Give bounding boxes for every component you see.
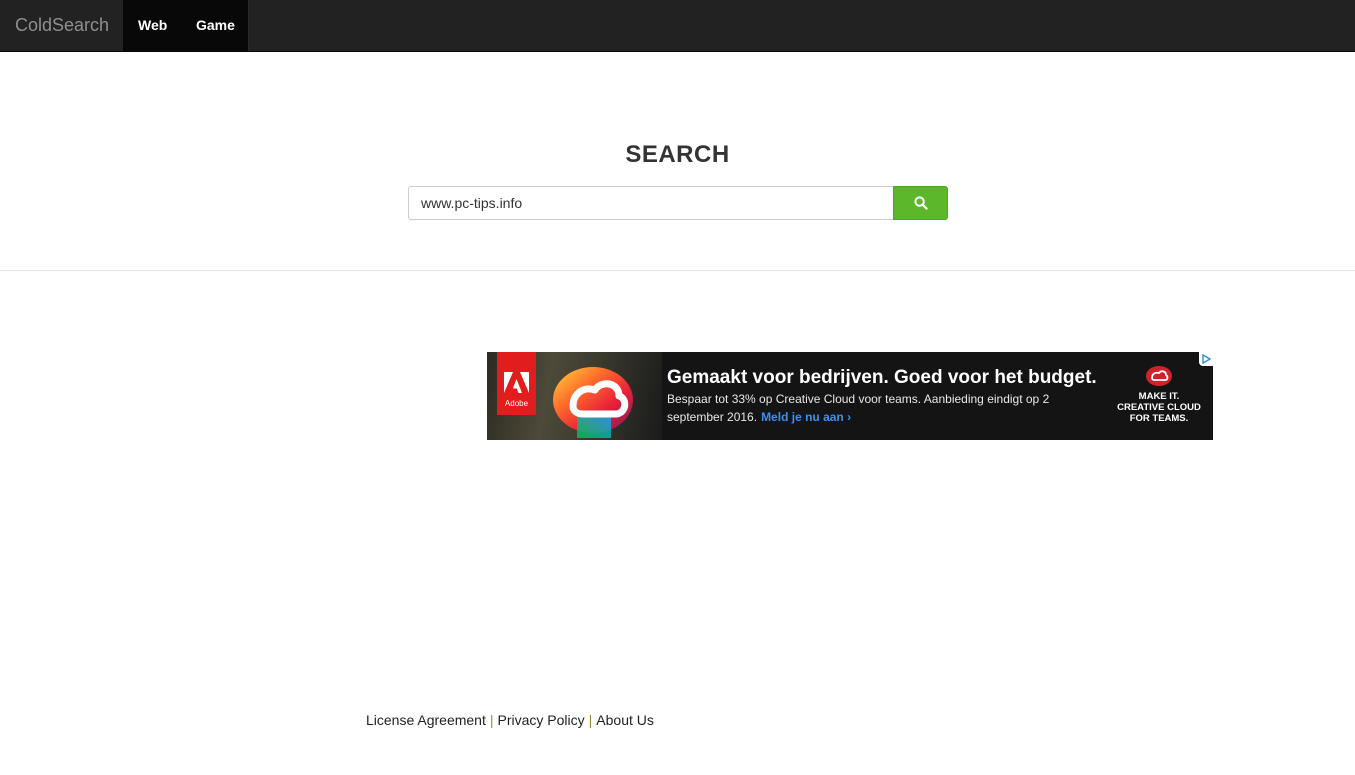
- adchoices-button[interactable]: [1199, 352, 1213, 366]
- adobe-icon: [504, 372, 529, 393]
- ad-tagline: MAKE IT. CREATIVE CLOUD FOR TEAMS.: [1109, 391, 1209, 424]
- nav-links: Web Game: [123, 0, 249, 51]
- ad-tagline-line2: CREATIVE CLOUD: [1117, 402, 1201, 413]
- ad-body: Bespaar tot 33% op Creative Cloud voor t…: [667, 390, 1097, 426]
- ad-tagline-line3: FOR TEAMS.: [1129, 413, 1189, 424]
- ad-cta-link[interactable]: Meld je nu aan ›: [761, 410, 851, 424]
- ad-banner[interactable]: Adobe Gemaakt voor bedrijven. Goed voor …: [487, 352, 1213, 440]
- search-button[interactable]: [893, 186, 948, 220]
- search-input[interactable]: [408, 186, 894, 220]
- brand-logo[interactable]: ColdSearch: [0, 0, 124, 51]
- adobe-logo: Adobe: [497, 352, 536, 415]
- adobe-logo-text: Adobe: [504, 399, 529, 408]
- top-navbar: ColdSearch Web Game: [0, 0, 1355, 52]
- section-divider: [0, 270, 1355, 271]
- ad-tagline-line1: MAKE IT.: [1138, 391, 1180, 402]
- adchoices-icon: [1202, 354, 1211, 364]
- footer-separator: |: [489, 712, 494, 728]
- footer-links: License Agreement | Privacy Policy | About U…: [366, 712, 654, 728]
- footer-link-license[interactable]: License Agreement: [366, 712, 486, 728]
- search-title: SEARCH: [625, 141, 730, 168]
- footer-separator: |: [588, 712, 593, 728]
- nav-link-web[interactable]: Web: [138, 0, 167, 51]
- nav-link-game[interactable]: Game: [196, 0, 235, 51]
- creative-cloud-icon: [553, 367, 633, 438]
- search-icon: [913, 196, 928, 210]
- footer-link-privacy[interactable]: Privacy Policy: [498, 712, 585, 728]
- ad-headline: Gemaakt voor bedrijven. Goed voor het bu…: [667, 367, 1097, 388]
- ad-body-text: Bespaar tot 33% op Creative Cloud voor t…: [667, 392, 1050, 424]
- creative-cloud-small-icon: [1146, 366, 1172, 386]
- footer-link-about[interactable]: About Us: [596, 712, 654, 728]
